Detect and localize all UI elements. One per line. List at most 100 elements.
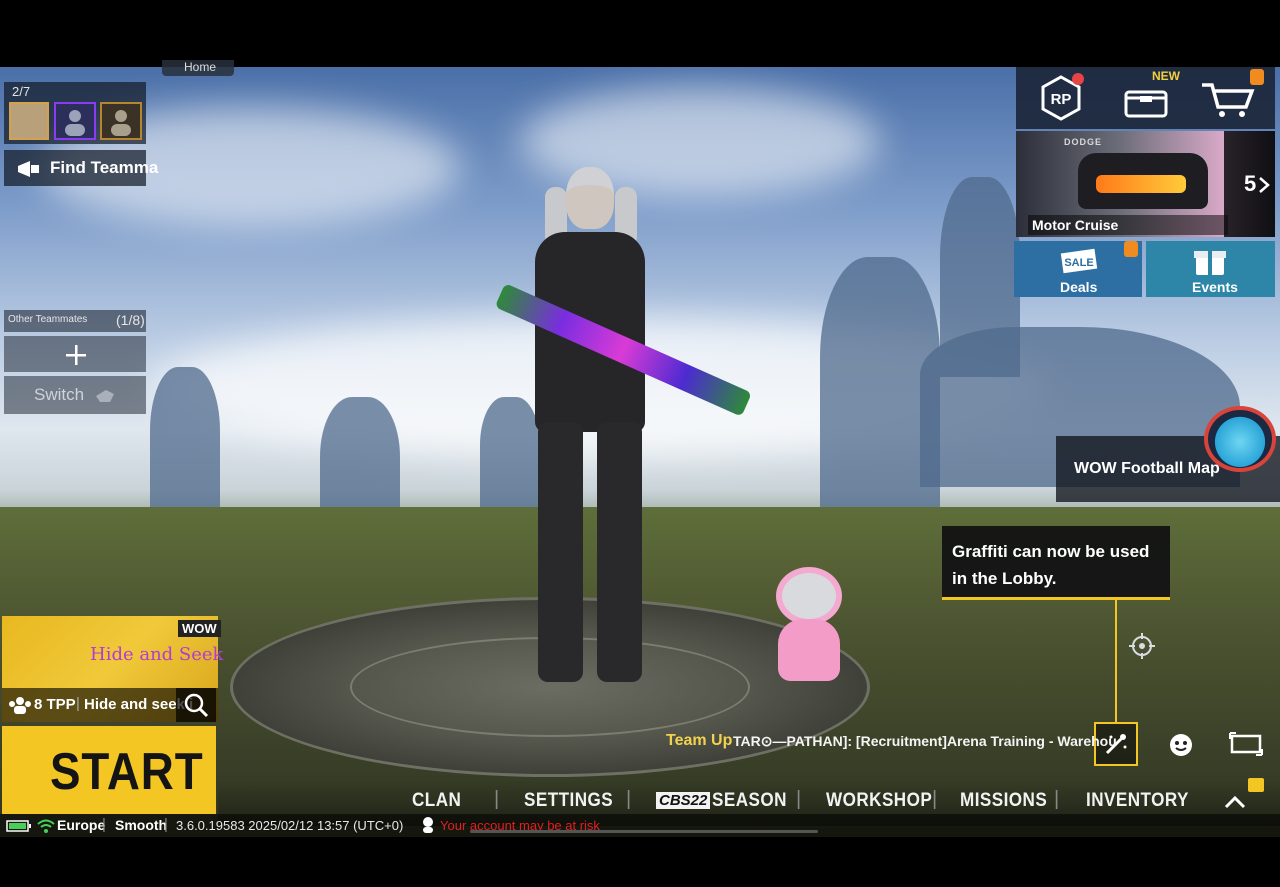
- alert-bell-icon: [1250, 69, 1264, 85]
- royale-pass-button[interactable]: RP: [1036, 73, 1086, 123]
- fullscreen-button[interactable]: [1228, 730, 1264, 758]
- start-label: START: [50, 743, 204, 801]
- expand-menu-button[interactable]: [1220, 788, 1250, 816]
- mountain: [940, 177, 1020, 377]
- nav-inventory[interactable]: INVENTORY: [1086, 790, 1189, 812]
- mode-tab[interactable]: Home: [162, 60, 234, 76]
- character-leg: [597, 422, 642, 682]
- cat-head: [776, 567, 842, 625]
- person-icon: [65, 110, 85, 136]
- home-indicator: [470, 830, 818, 833]
- nav-workshop[interactable]: WORKSHOP: [826, 790, 932, 812]
- team-up-label[interactable]: Team Up: [666, 732, 732, 750]
- graffiti-tooltip: Graffiti can now be used in the Lobby.: [942, 526, 1170, 600]
- crosshair-button[interactable]: [1128, 632, 1156, 660]
- mountain: [150, 367, 220, 527]
- chat-message: TAR⊙—PATHAN]: [Recruitment]Arena Trainin…: [733, 733, 1117, 749]
- banner-title: Motor Cruise: [1032, 217, 1119, 233]
- other-teammates-count: (1/8): [116, 312, 145, 328]
- character-head: [566, 167, 614, 229]
- region-label[interactable]: Europe: [57, 817, 105, 833]
- find-teammates-button[interactable]: Find Teamma: [4, 150, 158, 186]
- menu-notification-icon: [1248, 778, 1264, 792]
- crate-icon: [1124, 90, 1168, 118]
- football-mascot-icon: [1204, 406, 1276, 472]
- plus-icon: [66, 345, 86, 365]
- nav-season[interactable]: SEASON: [712, 790, 787, 812]
- wow-badge: WOW: [178, 620, 221, 637]
- party-panel: 2/7: [4, 82, 146, 144]
- nav-divider: |: [626, 788, 632, 810]
- events-button[interactable]: Events: [1146, 241, 1275, 297]
- top-right-shortcuts: RP NEW: [1016, 67, 1275, 129]
- wifi-icon: [37, 819, 55, 833]
- banner-count: 5: [1244, 171, 1257, 196]
- mode-art-text: Hide and Seek: [90, 644, 224, 665]
- player-avatar[interactable]: [9, 102, 49, 140]
- chat-bar[interactable]: Team Up TAR⊙—PATHAN]: [Recruitment]Arena…: [660, 728, 1117, 756]
- cat-pet[interactable]: [768, 567, 850, 687]
- alert-bell-icon: [1124, 241, 1138, 257]
- graffiti-tooltip-text: Graffiti can now be used in the Lobby.: [952, 542, 1150, 588]
- chevron-up-icon: [1224, 795, 1246, 809]
- nav-divider: |: [494, 788, 500, 810]
- battery-icon: [6, 820, 31, 832]
- find-teammates-label: Find Teamma: [50, 158, 159, 177]
- mountain: [480, 397, 540, 517]
- teammate-slot[interactable]: [100, 102, 142, 140]
- other-teammates-header: Other Teammates (1/8): [4, 310, 146, 332]
- account-warning-icon: [423, 817, 433, 833]
- svg-text:RP: RP: [1051, 91, 1072, 108]
- motor-cruise-banner[interactable]: DODGE Motor Cruise 5: [1016, 131, 1275, 237]
- deals-button[interactable]: SALE Deals: [1014, 241, 1142, 297]
- events-label: Events: [1192, 279, 1238, 295]
- status-divider: |: [164, 816, 168, 833]
- switch-label: Switch: [34, 385, 85, 404]
- map-promo[interactable]: WOW Football Map: [1056, 406, 1280, 502]
- nav-divider: |: [796, 788, 802, 810]
- banner-brand: DODGE: [1064, 137, 1103, 147]
- gift-icon: [1194, 251, 1226, 275]
- switch-button[interactable]: Switch: [4, 376, 146, 414]
- svg-text:SALE: SALE: [1064, 257, 1093, 269]
- teammate-slot[interactable]: [54, 102, 96, 140]
- crate-button[interactable]: NEW: [1120, 69, 1180, 121]
- nav-divider: |: [932, 788, 938, 810]
- other-teammates-label: Other Teammates: [8, 314, 88, 325]
- status-divider: |: [102, 816, 106, 833]
- chevron-right-icon: [1259, 177, 1270, 193]
- car-flames: [1096, 175, 1186, 193]
- shop-button[interactable]: [1198, 69, 1264, 121]
- sale-tag-icon: SALE: [1060, 248, 1098, 274]
- nav-divider: |: [1054, 788, 1060, 810]
- banner-pager[interactable]: 5: [1224, 131, 1275, 237]
- person-icon: [111, 110, 131, 136]
- character-leg: [538, 422, 583, 682]
- search-icon: [184, 693, 209, 718]
- start-button[interactable]: START: [2, 726, 216, 814]
- nav-missions[interactable]: MISSIONS: [960, 790, 1047, 812]
- emote-button[interactable]: [1166, 730, 1196, 760]
- map-label: WOW Football Map: [1074, 460, 1220, 477]
- player-mode: 8 TPP: [34, 696, 76, 713]
- notification-dot: [1072, 73, 1084, 85]
- hand-icon: [96, 390, 114, 402]
- new-badge: NEW: [1152, 69, 1180, 83]
- graphics-label[interactable]: Smooth: [115, 817, 167, 833]
- season-badge: CBS22: [656, 792, 711, 809]
- expand-icon: [1229, 732, 1263, 756]
- divider: |: [76, 695, 80, 712]
- nav-settings[interactable]: SETTINGS: [524, 790, 613, 812]
- crosshair-icon: [1129, 633, 1155, 659]
- megaphone-icon: [18, 161, 39, 177]
- party-count: 2/7: [12, 84, 31, 99]
- deals-label: Deals: [1060, 279, 1098, 295]
- cat-body: [778, 619, 840, 681]
- squad-icon: [9, 697, 31, 714]
- status-bar: Europe | Smooth | 3.6.0.19583 2025/02/12…: [0, 814, 1280, 837]
- nav-clan[interactable]: CLAN: [412, 790, 461, 812]
- add-teammate-button[interactable]: [4, 336, 146, 372]
- banner-title-bar: Motor Cruise: [1028, 215, 1228, 235]
- cart-icon: [1202, 83, 1255, 117]
- search-mode-button[interactable]: [176, 688, 216, 722]
